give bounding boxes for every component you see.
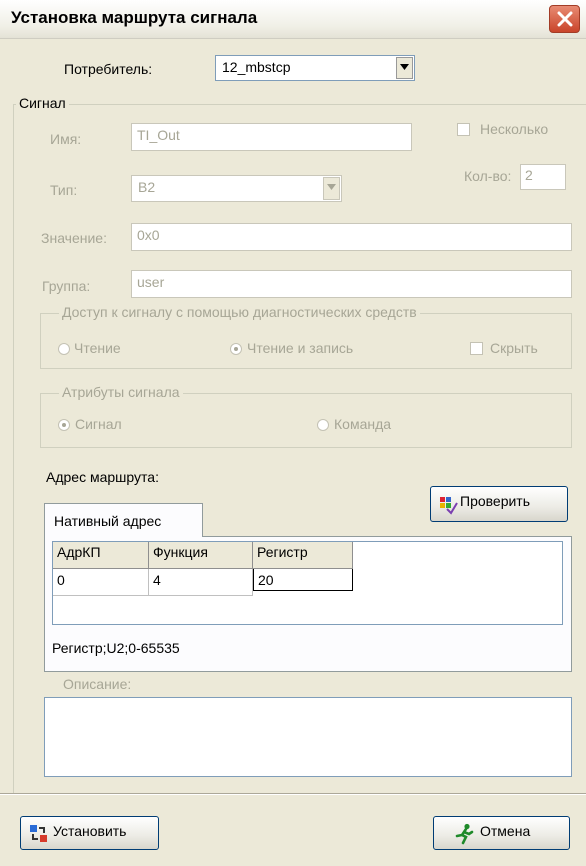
running-man-icon: [455, 823, 474, 845]
several-checkbox[interactable]: [457, 123, 470, 136]
description-label: Описание:: [63, 676, 132, 692]
hide-checkbox[interactable]: [470, 342, 483, 355]
install-icon: [30, 825, 47, 842]
type-label: Тип:: [50, 182, 78, 198]
cancel-button[interactable]: Отмена: [433, 816, 570, 850]
title-bar: Установка маршрута сигнала: [0, 0, 586, 39]
window-title: Установка маршрута сигнала: [11, 8, 258, 27]
access-read-write-label: Чтение и запись: [247, 340, 354, 356]
check-icon: [440, 497, 458, 515]
chevron-down-icon: [327, 184, 336, 190]
consumer-dropdown-button[interactable]: [396, 57, 413, 79]
bottom-divider: [0, 793, 586, 795]
register-hint: Регистр;U2;0-65535: [52, 640, 180, 656]
access-read-radio[interactable]: [58, 343, 70, 355]
route-address-label: Адрес маршрута:: [46, 469, 159, 485]
type-dropdown-button[interactable]: [323, 177, 340, 200]
attr-command-radio[interactable]: [317, 419, 329, 431]
chevron-down-icon: [400, 64, 409, 70]
cancel-button-label: Отмена: [480, 823, 531, 839]
close-icon: [557, 11, 573, 27]
consumer-select[interactable]: 12_mbstcp: [215, 55, 415, 81]
value-field[interactable]: 0x0: [131, 223, 572, 251]
install-button[interactable]: Установить: [20, 816, 159, 850]
tab-native-address[interactable]: Нативный адрес: [44, 503, 203, 537]
tab-native-address-label: Нативный адрес: [54, 513, 162, 529]
value-label: Значение:: [41, 230, 107, 246]
count-label: Кол-во:: [464, 168, 512, 184]
attr-command-label: Команда: [334, 416, 392, 432]
route-grid[interactable]: АдрКП Функция Регистр 0 4 20: [52, 541, 563, 625]
several-label: Несколько: [480, 121, 549, 137]
name-field[interactable]: TI_Out: [131, 123, 412, 151]
description-field[interactable]: [44, 697, 572, 777]
count-field[interactable]: 2: [520, 164, 566, 190]
grid-header-function[interactable]: Функция: [149, 542, 253, 569]
access-group-title: Доступ к сигналу с помощью диагностическ…: [59, 304, 420, 320]
check-button-label: Проверить: [460, 493, 531, 509]
native-address-panel: АдрКП Функция Регистр 0 4 20 Регистр;U2;…: [44, 536, 572, 672]
attr-signal-label: Сигнал: [75, 416, 122, 432]
grid-cell-adrkp[interactable]: 0: [53, 569, 149, 596]
attributes-group-title: Атрибуты сигнала: [59, 384, 183, 400]
consumer-label: Потребитель:: [64, 61, 153, 77]
close-button[interactable]: [549, 5, 580, 33]
access-read-label: Чтение: [74, 340, 121, 356]
grid-cell-register[interactable]: 20: [253, 569, 353, 591]
grid-cell-function[interactable]: 4: [149, 569, 253, 596]
name-label: Имя:: [50, 131, 82, 147]
install-button-label: Установить: [53, 823, 127, 839]
attr-signal-radio[interactable]: [58, 419, 70, 431]
grid-header-register[interactable]: Регистр: [253, 542, 353, 569]
group-label: Группа:: [42, 278, 91, 294]
type-select[interactable]: B2: [131, 175, 342, 202]
group-field[interactable]: user: [131, 270, 572, 298]
access-read-write-radio[interactable]: [230, 343, 242, 355]
type-value: B2: [138, 179, 156, 195]
signal-group-title: Сигнал: [16, 95, 69, 111]
check-button[interactable]: Проверить: [430, 486, 568, 522]
consumer-value: 12_mbstcp: [222, 59, 291, 75]
grid-header-adrkp[interactable]: АдрКП: [53, 542, 149, 569]
hide-label: Скрыть: [490, 340, 538, 356]
